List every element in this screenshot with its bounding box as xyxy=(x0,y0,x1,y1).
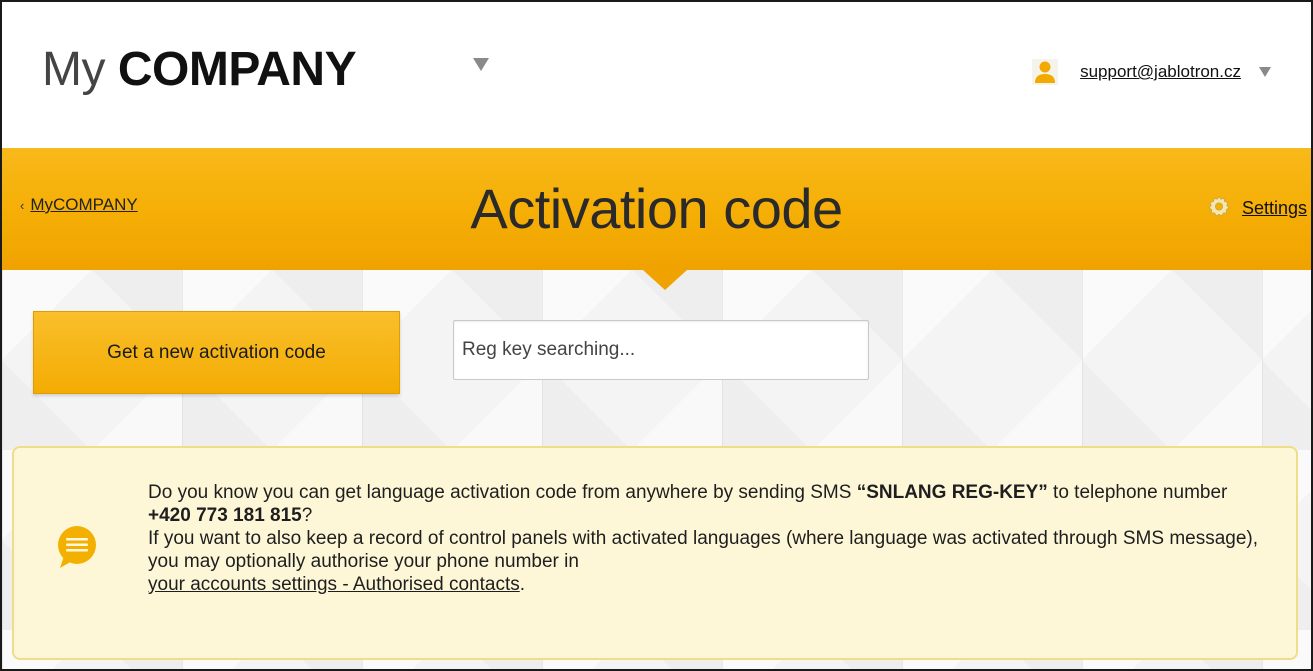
settings-link-label: Settings xyxy=(1241,198,1307,218)
info-text: Do you know you can get language activat… xyxy=(148,481,1268,596)
settings-link[interactable]: Settings xyxy=(1208,195,1307,222)
user-icon xyxy=(1032,59,1059,85)
speech-bubble-icon xyxy=(54,524,100,570)
top-header: My COMPANY support@jablotron.cz xyxy=(2,2,1311,148)
info-paragraph-sms: Do you know you can get language activat… xyxy=(148,481,1268,527)
info-paragraph-authorise: If you want to also keep a record of con… xyxy=(148,527,1268,596)
user-email-link[interactable]: support@jablotron.cz xyxy=(1080,62,1241,82)
logo-bold-text: COMPANY xyxy=(117,43,357,96)
company-dropdown-icon[interactable] xyxy=(473,58,489,71)
info-sms-command: “SNLANG REG-KEY” xyxy=(856,482,1048,503)
info-panel: Do you know you can get language activat… xyxy=(12,446,1298,660)
info-authorise-text: If you want to also keep a record of con… xyxy=(148,528,1259,572)
company-logo[interactable]: My COMPANY xyxy=(42,40,357,100)
logo-light-text: My xyxy=(42,43,105,96)
info-phone-number: +420 773 181 815 xyxy=(148,505,302,526)
info-sms-text-b: to telephone number xyxy=(1047,482,1228,503)
info-sms-text-c: ? xyxy=(301,505,313,526)
page-title: Activation code xyxy=(470,177,843,240)
info-sms-text-a: Do you know you can get language activat… xyxy=(148,482,857,503)
info-authorise-end: . xyxy=(519,574,526,595)
gear-icon xyxy=(1208,195,1230,222)
reg-key-search-input[interactable] xyxy=(453,320,869,380)
title-band-pointer xyxy=(643,270,687,290)
user-menu[interactable]: support@jablotron.cz xyxy=(1032,54,1271,90)
get-new-activation-code-button[interactable]: Get a new activation code xyxy=(33,311,400,394)
authorised-contacts-link[interactable]: your accounts settings - Authorised cont… xyxy=(148,574,520,595)
user-dropdown-icon[interactable] xyxy=(1259,67,1271,77)
app-frame: My COMPANY support@jablotron.cz ‹ MyCOMP… xyxy=(0,0,1313,671)
